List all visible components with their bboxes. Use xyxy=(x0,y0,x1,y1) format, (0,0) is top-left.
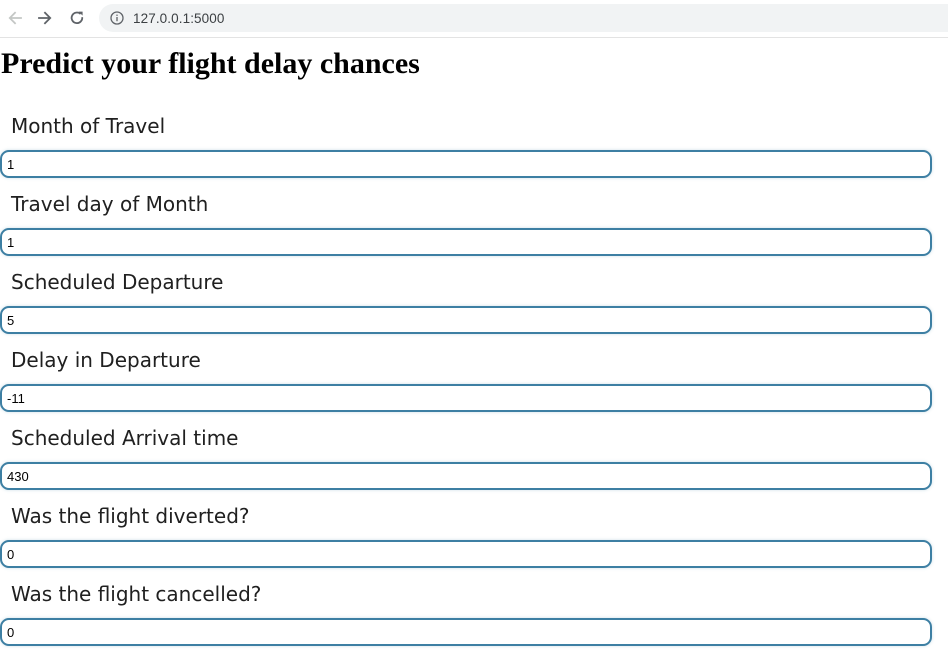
url-text[interactable]: 127.0.0.1:5000 xyxy=(133,11,224,26)
browser-toolbar: 127.0.0.1:5000 xyxy=(0,0,948,38)
flight-cancelled-input[interactable] xyxy=(0,618,932,646)
page-title: Predict your flight delay chances xyxy=(1,47,420,80)
forward-arrow-icon[interactable] xyxy=(33,7,57,29)
info-icon[interactable] xyxy=(110,11,124,25)
travel-day-of-month-input[interactable] xyxy=(0,228,932,256)
delay-in-departure-input[interactable] xyxy=(0,384,932,412)
flight-diverted-label: Was the flight diverted? xyxy=(11,504,250,528)
scheduled-departure-input[interactable] xyxy=(0,306,932,334)
back-arrow-icon[interactable] xyxy=(3,7,27,29)
flight-diverted-input[interactable] xyxy=(0,540,932,568)
travel-day-of-month-label: Travel day of Month xyxy=(11,192,209,216)
month-of-travel-input[interactable] xyxy=(0,150,932,178)
scheduled-arrival-time-label: Scheduled Arrival time xyxy=(11,426,239,450)
reload-icon[interactable] xyxy=(65,7,89,29)
delay-in-departure-label: Delay in Departure xyxy=(11,348,201,372)
scheduled-departure-label: Scheduled Departure xyxy=(11,270,224,294)
month-of-travel-label: Month of Travel xyxy=(11,114,166,138)
address-bar[interactable]: 127.0.0.1:5000 xyxy=(99,4,948,32)
scheduled-arrival-time-input[interactable] xyxy=(0,462,932,490)
flight-cancelled-label: Was the flight cancelled? xyxy=(11,582,262,606)
